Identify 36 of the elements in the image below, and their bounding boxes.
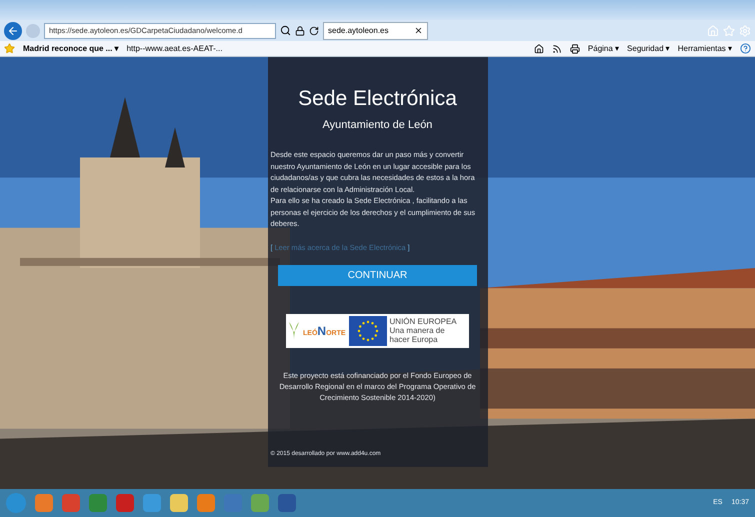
help-icon[interactable] (740, 43, 751, 54)
taskbar-app-icon[interactable] (143, 494, 161, 512)
taskbar-app-icon[interactable] (35, 494, 53, 512)
eu-motto-text: hacer Europa (390, 335, 439, 344)
command-menu[interactable]: Página ▾ (588, 42, 620, 54)
taskbar-app-icon[interactable] (278, 494, 296, 512)
print-icon[interactable] (570, 44, 580, 54)
feed-icon[interactable] (552, 44, 562, 54)
command-menu[interactable]: Seguridad ▾ (627, 42, 670, 54)
back-arrow-icon (7, 24, 19, 36)
favorite-link[interactable]: http--www.aeat.es-AEAT-... (126, 42, 222, 54)
taskbar-app-icon[interactable] (197, 494, 215, 512)
lock-icon (295, 26, 305, 36)
eu-motto-text: Una manera de (390, 326, 446, 336)
taskbar-app-icon[interactable] (251, 494, 269, 512)
eu-flag-icon (348, 316, 387, 346)
forward-button[interactable] (26, 24, 40, 38)
favorites-icon[interactable] (723, 24, 735, 36)
taskbar-app-icon[interactable] (170, 494, 188, 512)
browser-tab[interactable]: sede.aytoleon.es (323, 22, 428, 40)
star-icon[interactable] (4, 43, 15, 54)
refresh-icon[interactable] (309, 26, 319, 36)
close-tab-icon[interactable] (414, 26, 423, 35)
start-button[interactable] (6, 493, 26, 513)
continue-button[interactable]: CONTINUAR (278, 264, 477, 286)
search-icon[interactable] (280, 25, 291, 36)
page-title: Sede Electrónica (298, 86, 457, 112)
taskbar-app-icon[interactable] (116, 494, 134, 512)
eu-motto-text: UNIÓN EUROPEA (390, 317, 457, 326)
command-menu[interactable]: Herramientas ▾ (678, 42, 732, 54)
taskbar-app-icon[interactable] (62, 494, 80, 512)
settings-icon[interactable] (739, 24, 751, 36)
back-button[interactable] (4, 22, 22, 40)
home-icon[interactable] (534, 44, 544, 54)
page-subtitle: Ayuntamiento de León (322, 118, 432, 132)
favorite-link[interactable]: Madrid reconoce que ... ▾ (23, 42, 119, 54)
